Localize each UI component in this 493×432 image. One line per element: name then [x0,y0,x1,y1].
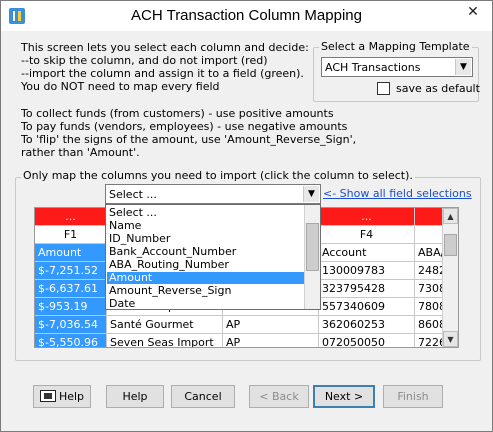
help-book-icon [39,390,56,402]
field-select-value: Select ... [109,188,157,201]
template-select-value: ACH Transactions [325,61,421,74]
field-dropdown-list[interactable]: Select ... Name ID_Number Bank_Account_N… [105,204,321,310]
dropdown-scrollbar[interactable] [304,205,320,309]
grid-cell[interactable]: $-6,637.61 [35,280,107,298]
mapping-group-legend: Only map the columns you need to import … [21,169,415,182]
dropdown-option[interactable]: Bank_Account_Number [107,246,305,258]
intro-line: This screen lets you select each column … [21,41,309,54]
show-all-fields-link[interactable]: <- Show all field selections [323,187,472,200]
intro-line: To 'flip' the signs of the amount, use '… [21,133,357,146]
grid-cell[interactable]: 323795428 [319,280,415,298]
back-button[interactable]: < Back [249,385,309,408]
column-status-cell[interactable]: ... [35,208,107,226]
grid-vertical-scrollbar[interactable]: ▲ ▼ [442,208,458,347]
intro-line: --import the column and assign it to a f… [21,67,304,80]
grid-cell[interactable]: $-7,036.54 [35,316,107,334]
scroll-up-icon[interactable]: ▲ [443,208,458,224]
template-group-legend: Select a Mapping Template [319,40,472,53]
grid-cell[interactable]: 557340609 [319,298,415,316]
column-header[interactable]: F1 [35,226,107,244]
dropdown-scroll-thumb[interactable] [306,223,319,271]
grid-cell[interactable]: 072050050 [319,334,415,347]
help-icon-button[interactable]: Help [33,385,91,408]
column-header[interactable] [415,226,445,244]
mapped-field-cell[interactable]: Amount [35,244,107,262]
field-select[interactable]: Select ... ▼ [105,184,321,204]
grid-cell[interactable]: 7808 [415,298,445,316]
help-button[interactable]: Help [106,385,164,408]
dropdown-option[interactable]: Date [107,298,305,310]
grid-cell[interactable]: 7226 [415,334,445,347]
grid-cell[interactable]: Santé Gourmet [107,316,223,334]
grid-cell[interactable]: AP [223,316,319,334]
grid-cell[interactable]: Seven Seas Import [107,334,223,347]
mapping-window: ACH Transaction Column Mapping ✕ This sc… [0,0,493,432]
mapped-field-cell[interactable]: Account [319,244,415,262]
finish-button[interactable]: Finish [383,385,443,408]
column-status-cell[interactable] [415,208,445,226]
grid-cell[interactable]: AP [223,334,319,347]
grid-cell[interactable]: $-953.19 [35,298,107,316]
grid-cell[interactable]: 130009783 [319,262,415,280]
column-status-cell[interactable]: ... [319,208,415,226]
dropdown-option[interactable]: Select ... [107,207,305,219]
scroll-down-icon[interactable]: ▼ [443,331,458,347]
scroll-thumb[interactable] [444,234,457,256]
dropdown-option-selected[interactable]: Amount [107,272,305,284]
template-select[interactable]: ACH Transactions ▼ [321,57,473,77]
title-bar: ACH Transaction Column Mapping ✕ [1,1,492,31]
dropdown-option[interactable]: Amount_Reverse_Sign [107,285,305,297]
intro-line: rather than 'Amount'. [21,146,140,159]
grid-cell[interactable]: 7308 [415,280,445,298]
chevron-down-icon[interactable]: ▼ [455,59,471,75]
grid-cell[interactable]: 2482 [415,262,445,280]
save-default-label: save as default [396,82,480,95]
column-header[interactable]: F4 [319,226,415,244]
help-icon-button-label: Help [58,390,85,403]
intro-line: You do NOT need to map every field [21,80,220,93]
save-default-checkbox[interactable] [377,82,390,95]
grid-cell[interactable]: $-5,550.96 [35,334,107,347]
intro-text: This screen lets you select each column … [21,41,356,159]
dropdown-option[interactable]: Name [107,220,305,232]
mapped-field-cell[interactable]: ABA/ [415,244,445,262]
cancel-button[interactable]: Cancel [171,385,235,408]
grid-cell[interactable]: $-7,251.52 [35,262,107,280]
close-button[interactable]: ✕ [462,2,484,22]
next-button[interactable]: Next > [313,385,375,408]
grid-cell[interactable]: 8608 [415,316,445,334]
dropdown-option[interactable]: ID_Number [107,233,305,245]
window-title: ACH Transaction Column Mapping [131,7,362,24]
grid-cell[interactable]: 362060253 [319,316,415,334]
dropdown-option[interactable]: ABA_Routing_Number [107,259,305,271]
chevron-down-icon[interactable]: ▼ [303,186,319,202]
intro-line: --to skip the column, and do not import … [21,54,268,67]
intro-line: To pay funds (vendors, employees) - use … [21,120,348,133]
intro-line: To collect funds (from customers) - use … [21,107,334,120]
